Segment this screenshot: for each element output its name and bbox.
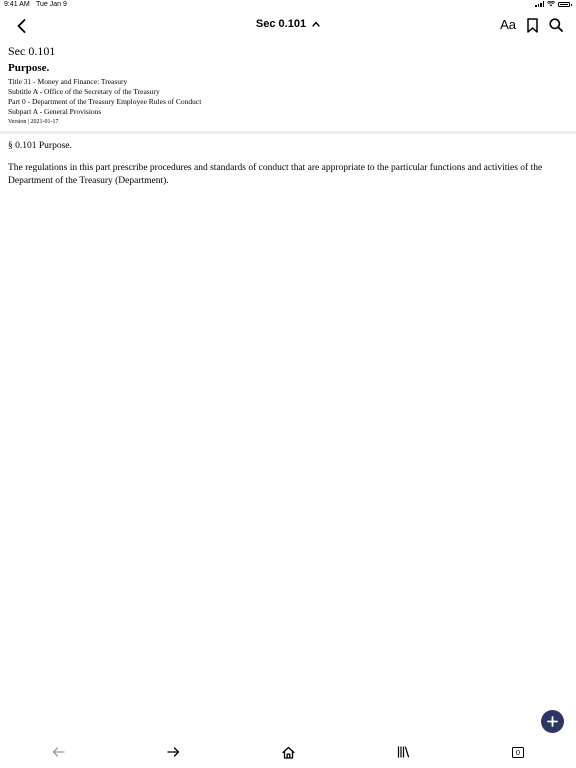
home-button[interactable]: [278, 744, 298, 760]
plus-icon: [547, 716, 558, 727]
tabs-button[interactable]: 0: [508, 744, 528, 760]
section-paragraph: The regulations in this part prescribe p…: [8, 163, 543, 186]
nav-title: Sec 0.101: [255, 18, 307, 30]
status-date: Tue Jan 9: [36, 1, 67, 8]
hierarchy-title[interactable]: Title 31 - Money and Finance: Treasury: [8, 77, 564, 87]
version-info: Version | 2021-01-17: [8, 119, 59, 125]
status-time: 9:41 AM: [4, 1, 30, 8]
hierarchy-part[interactable]: Part 0 - Department of the Treasury Empl…: [8, 97, 564, 107]
section-heading: Purpose.: [8, 62, 50, 74]
document-header: Sec 0.101 Purpose. Title 31 - Money and …: [8, 44, 564, 127]
status-bar: 9:41 AM Tue Jan 9: [0, 0, 576, 12]
bookmark-icon: [526, 17, 538, 33]
wifi-icon: [547, 1, 555, 7]
divider: [0, 131, 576, 134]
hierarchy-subpart[interactable]: Subpart A - General Provisions: [8, 107, 564, 117]
battery-level: [560, 3, 568, 5]
section-subtitle: § 0.101 Purpose.: [8, 141, 72, 151]
battery-icon: [558, 1, 572, 7]
font-size-button[interactable]: Aa: [500, 16, 516, 34]
arrow-right-icon: [166, 747, 179, 757]
search-button[interactable]: [548, 16, 564, 34]
history-back-button[interactable]: [48, 744, 68, 760]
tab-count: 0: [512, 746, 524, 758]
section-number: Sec 0.101: [8, 44, 56, 58]
nav-title-container: Sec 0.101: [0, 18, 576, 30]
add-button[interactable]: [541, 710, 564, 733]
library-icon: [397, 746, 409, 758]
home-icon: [281, 746, 295, 759]
hierarchy-subtitle[interactable]: Subtitle A - Office of the Secretary of …: [8, 87, 564, 97]
document-body: § 0.101 Purpose. The regulations in this…: [8, 140, 564, 187]
history-forward-button[interactable]: [163, 744, 183, 760]
section-picker[interactable]: Sec 0.101: [256, 18, 320, 30]
library-button[interactable]: [393, 744, 413, 760]
nav-actions: Aa: [500, 16, 564, 34]
navigation-bar: Sec 0.101 Aa: [0, 12, 576, 40]
bottom-toolbar: 0: [0, 738, 576, 768]
arrow-left-icon: [52, 747, 65, 757]
cellular-signal-icon: [535, 1, 544, 7]
search-icon: [549, 18, 563, 32]
chevron-up-icon: [312, 21, 320, 27]
status-icons: [535, 1, 572, 7]
bookmark-button[interactable]: [524, 16, 540, 34]
